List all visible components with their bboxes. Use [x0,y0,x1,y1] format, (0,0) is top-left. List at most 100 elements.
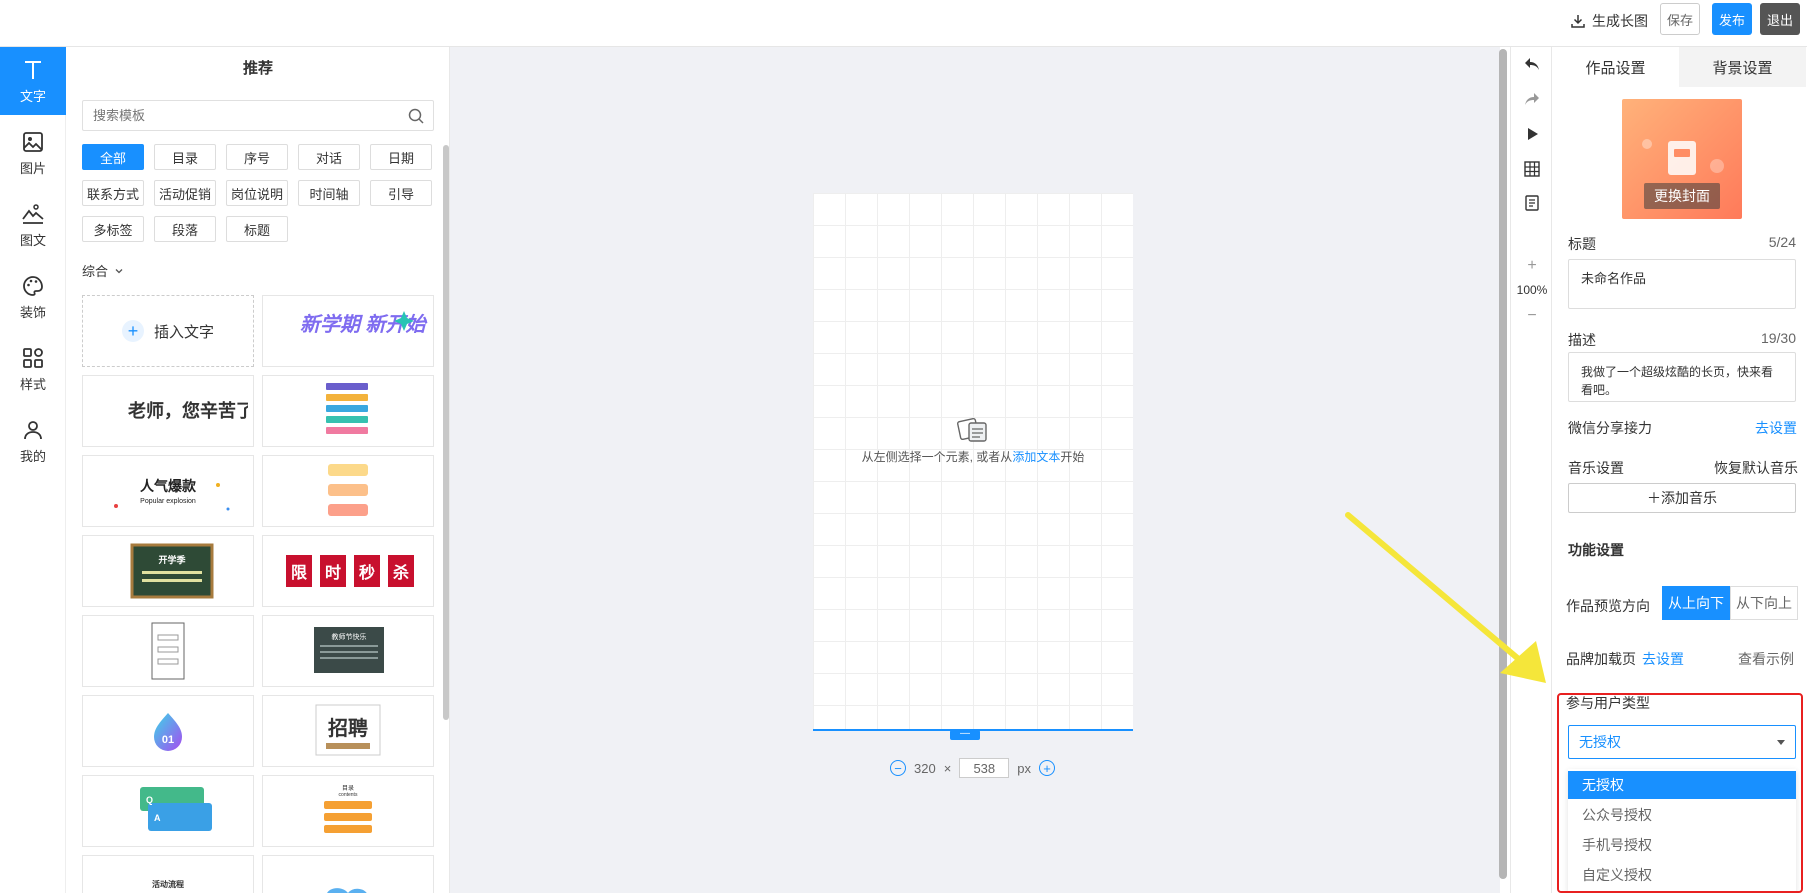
tag-title[interactable]: 标题 [226,216,288,242]
template-card-cloud[interactable] [262,855,434,893]
template-card-labels[interactable] [262,455,434,527]
insert-text-card[interactable]: + 插入文字 [82,295,254,367]
zoom-in-button[interactable]: + [1511,257,1553,275]
settings-tabs: 作品设置 背景设置 [1552,47,1807,87]
template-card-teacher[interactable]: 老师，您辛苦了 [82,375,254,447]
canvas-scrollbar[interactable] [1499,49,1507,879]
user-type-option-none[interactable]: 无授权 [1568,771,1796,799]
empty-document-icon [956,417,987,442]
tag-contact[interactable]: 联系方式 [82,180,144,206]
redo-button[interactable] [1520,87,1544,111]
nav-item-style[interactable]: 样式 [0,335,66,403]
nav-item-mine[interactable]: 我的 [0,407,66,475]
nav-item-image[interactable]: 图片 [0,119,66,187]
template-card-popular[interactable]: 人气爆款 Popular explosion [82,455,254,527]
style-grid-icon [23,347,43,368]
wechat-share-setting-link[interactable]: 去设置 [1755,418,1797,438]
view-example-link[interactable]: 查看示例 [1738,649,1794,669]
template-card-qa[interactable]: Q A [82,775,254,847]
add-music-button[interactable]: ＋添加音乐 [1568,483,1796,513]
search-icon[interactable] [407,107,425,125]
nav-item-decoration[interactable]: 装饰 [0,263,66,331]
chevron-down-icon [115,268,123,273]
tag-timeline[interactable]: 时间轴 [298,180,360,206]
template-card-list-bars[interactable] [262,375,434,447]
tag-date[interactable]: 日期 [370,144,432,170]
tag-guide[interactable]: 引导 [370,180,432,206]
exit-button[interactable]: 退出 [1760,3,1800,35]
cover-decoration [1642,139,1652,149]
direction-top-down-option[interactable]: 从上向下 [1662,586,1730,620]
template-panel: 推荐 全部 目录 序号 对话 日期 联系方式 活动促销 岗位说明 时间轴 引导 … [66,47,450,893]
nav-item-label: 文字 [19,88,46,104]
nav-item-label: 图片 [19,160,46,176]
unit-label: px [1017,760,1032,776]
nav-item-text[interactable]: 文字 [0,47,73,115]
resize-handle[interactable]: — [950,729,980,740]
user-type-option-custom[interactable]: 自定义授权 [1568,861,1796,889]
template-card-new-semester[interactable]: 新学期 新开始 [262,295,434,367]
tab-work-settings[interactable]: 作品设置 [1552,47,1679,87]
description-label: 描述 [1568,332,1596,348]
empty-canvas-hint: 从左侧选择一个元素, 或者从添加文本开始 [813,448,1133,465]
template-card-number-drop[interactable]: 01 [82,695,254,767]
tag-paragraph[interactable]: 段落 [154,216,216,242]
tool-column: + 100% − [1510,47,1552,893]
save-button[interactable]: 保存 [1660,3,1700,35]
template-card-contents[interactable]: 目录 contents [262,775,434,847]
brand-loading-setting-link[interactable]: 去设置 [1642,649,1684,669]
card-text: 限 [291,564,308,582]
user-icon [24,420,42,439]
cover-image[interactable]: 更换封面 [1622,99,1742,219]
publish-button[interactable]: 发布 [1712,3,1752,35]
tag-catalog[interactable]: 目录 [154,144,216,170]
sort-dropdown[interactable]: 综合 [82,261,124,280]
canvas-height-input[interactable]: 538 [959,758,1010,778]
tag-promotion[interactable]: 活动促销 [154,180,216,206]
user-type-option-phone[interactable]: 手机号授权 [1568,831,1796,859]
template-card-school-season[interactable]: 开学季 [82,535,254,607]
search-input[interactable] [83,101,383,130]
image-icon [23,131,43,152]
decrease-height-button[interactable]: − [890,760,906,776]
template-card-activity-flow[interactable]: 活动流程 [82,855,254,893]
template-preview: 限 时 秒 杀 [286,555,414,587]
tag-job[interactable]: 岗位说明 [226,180,288,206]
page-canvas[interactable]: 从左侧选择一个元素, 或者从添加文本开始 [813,193,1133,731]
nav-item-label: 图文 [19,232,46,248]
description-input[interactable]: 我做了一个超级炫酷的长页，快来看看吧。 [1568,352,1796,402]
template-preview [326,383,368,434]
undo-button[interactable] [1520,52,1544,76]
panel-scrollbar[interactable] [443,145,449,720]
panel-title: 推荐 [242,60,273,77]
template-preview [327,888,367,893]
download-icon [1571,15,1585,28]
change-cover-button[interactable]: 更换封面 [1644,183,1720,209]
insert-text-label: 插入文字 [153,323,214,341]
tag-all[interactable]: 全部 [82,144,144,170]
zoom-out-button[interactable]: − [1511,307,1553,325]
hint-text-after: 开始 [1060,450,1085,464]
grid-toggle-button[interactable] [1520,157,1544,181]
preview-play-button[interactable] [1520,122,1544,146]
nav-item-image-text[interactable]: 图文 [0,191,66,259]
tab-background-settings[interactable]: 背景设置 [1679,47,1806,87]
tag-dialog[interactable]: 对话 [298,144,360,170]
tag-multi-tab[interactable]: 多标签 [82,216,144,242]
user-type-select[interactable]: 无授权 [1568,725,1796,759]
template-card-form[interactable] [82,615,254,687]
page-list-button[interactable] [1520,191,1544,215]
description-count: 19/30 [1760,330,1796,346]
tag-number[interactable]: 序号 [226,144,288,170]
generate-long-image-button[interactable]: 生成长图 [1570,10,1648,32]
user-type-option-official-account[interactable]: 公众号授权 [1568,801,1796,829]
title-input[interactable]: 未命名作品 [1568,259,1796,309]
reset-music-link[interactable]: 恢复默认音乐 [1714,458,1798,478]
template-card-flash-sale[interactable]: 限 时 秒 杀 [262,535,434,607]
add-text-link[interactable]: 添加文本 [1012,450,1060,464]
card-text: 招聘 [328,716,368,740]
direction-bottom-up-option[interactable]: 从下向上 [1730,586,1798,620]
increase-height-button[interactable]: + [1039,760,1056,776]
template-card-teachers-day[interactable]: 教师节快乐 [262,615,434,687]
template-card-recruit[interactable]: 招聘 [262,695,434,767]
